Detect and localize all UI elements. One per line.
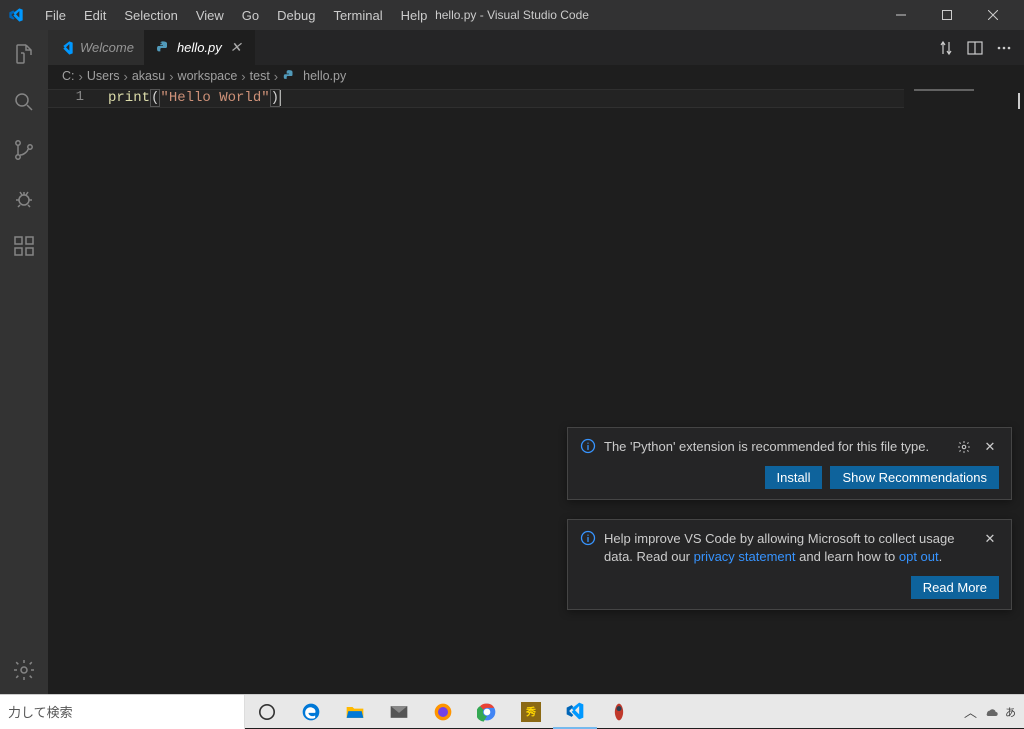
info-icon bbox=[580, 438, 596, 454]
menu-go[interactable]: Go bbox=[233, 4, 268, 27]
split-editor-icon[interactable] bbox=[963, 36, 987, 60]
vscode-taskbar-icon[interactable] bbox=[553, 695, 597, 729]
opt-out-link[interactable]: opt out bbox=[899, 549, 939, 564]
tray-chevron-icon[interactable]: ︿ bbox=[964, 702, 977, 721]
window-minimize-button[interactable] bbox=[878, 0, 924, 30]
activity-bar bbox=[0, 30, 48, 694]
taskbar-search[interactable]: 力して検索 bbox=[0, 695, 245, 729]
edge-icon[interactable] bbox=[289, 695, 333, 729]
show-recommendations-button[interactable]: Show Recommendations bbox=[830, 466, 999, 489]
window-title: hello.py - Visual Studio Code bbox=[435, 8, 589, 22]
window-maximize-button[interactable] bbox=[924, 0, 970, 30]
window-close-button[interactable] bbox=[970, 0, 1016, 30]
python-file-icon bbox=[155, 40, 171, 56]
menu-selection[interactable]: Selection bbox=[115, 4, 186, 27]
install-button[interactable]: Install bbox=[765, 466, 823, 489]
explorer-icon[interactable] bbox=[0, 30, 48, 78]
tab-hello-py[interactable]: hello.py ✕ bbox=[145, 30, 255, 65]
settings-gear-icon[interactable] bbox=[0, 646, 48, 694]
input-method-icon[interactable]: あ bbox=[1005, 704, 1016, 720]
menu-file[interactable]: File bbox=[36, 4, 75, 27]
cortana-icon[interactable] bbox=[245, 695, 289, 729]
tabs-bar: Welcome hello.py ✕ bbox=[48, 30, 1024, 65]
system-tray[interactable]: ︿ あ bbox=[956, 702, 1024, 721]
compare-changes-icon[interactable] bbox=[934, 36, 958, 60]
tab-label: hello.py bbox=[177, 40, 222, 55]
notification-close-icon[interactable]: ✕ bbox=[981, 438, 999, 456]
breadcrumb[interactable]: C:› Users› akasu› workspace› test› hello… bbox=[48, 65, 1024, 87]
file-explorer-icon[interactable] bbox=[333, 695, 377, 729]
title-bar: File Edit Selection View Go Debug Termin… bbox=[0, 0, 1024, 30]
tab-label: Welcome bbox=[80, 40, 134, 55]
vscode-logo-icon bbox=[8, 7, 24, 23]
search-icon[interactable] bbox=[0, 78, 48, 126]
line-numbers-gutter: 1 bbox=[48, 87, 98, 694]
app-icon-2[interactable] bbox=[597, 695, 641, 729]
notification-message: The 'Python' extension is recommended fo… bbox=[604, 438, 947, 456]
chrome-icon[interactable] bbox=[465, 695, 509, 729]
menu-terminal[interactable]: Terminal bbox=[324, 4, 391, 27]
app-icon[interactable]: 秀 bbox=[509, 695, 553, 729]
python-file-icon bbox=[282, 69, 296, 83]
menu-edit[interactable]: Edit bbox=[75, 4, 115, 27]
mail-icon[interactable] bbox=[377, 695, 421, 729]
svg-text:秀: 秀 bbox=[525, 705, 536, 718]
debug-icon[interactable] bbox=[0, 174, 48, 222]
notification-gear-icon[interactable] bbox=[955, 438, 973, 456]
notification-telemetry: Help improve VS Code by allowing Microso… bbox=[567, 519, 1012, 610]
text-cursor bbox=[280, 90, 281, 106]
menu-help[interactable]: Help bbox=[392, 4, 437, 27]
menu-debug[interactable]: Debug bbox=[268, 4, 324, 27]
notification-python-extension: The 'Python' extension is recommended fo… bbox=[567, 427, 1012, 500]
search-placeholder: 力して検索 bbox=[8, 702, 73, 721]
tab-close-icon[interactable]: ✕ bbox=[228, 40, 244, 56]
tab-welcome[interactable]: Welcome bbox=[48, 30, 145, 65]
read-more-button[interactable]: Read More bbox=[911, 576, 999, 599]
source-control-icon[interactable] bbox=[0, 126, 48, 174]
menu-view[interactable]: View bbox=[187, 4, 233, 27]
more-actions-icon[interactable] bbox=[992, 36, 1016, 60]
extensions-icon[interactable] bbox=[0, 222, 48, 270]
windows-taskbar: 力して検索 秀 ︿ あ bbox=[0, 694, 1024, 728]
notification-message: Help improve VS Code by allowing Microso… bbox=[604, 530, 973, 566]
onedrive-icon[interactable] bbox=[983, 704, 999, 720]
notification-close-icon[interactable]: ✕ bbox=[981, 530, 999, 548]
vscode-icon bbox=[58, 40, 74, 56]
info-icon bbox=[580, 530, 596, 546]
firefox-icon[interactable] bbox=[421, 695, 465, 729]
privacy-statement-link[interactable]: privacy statement bbox=[694, 549, 796, 564]
